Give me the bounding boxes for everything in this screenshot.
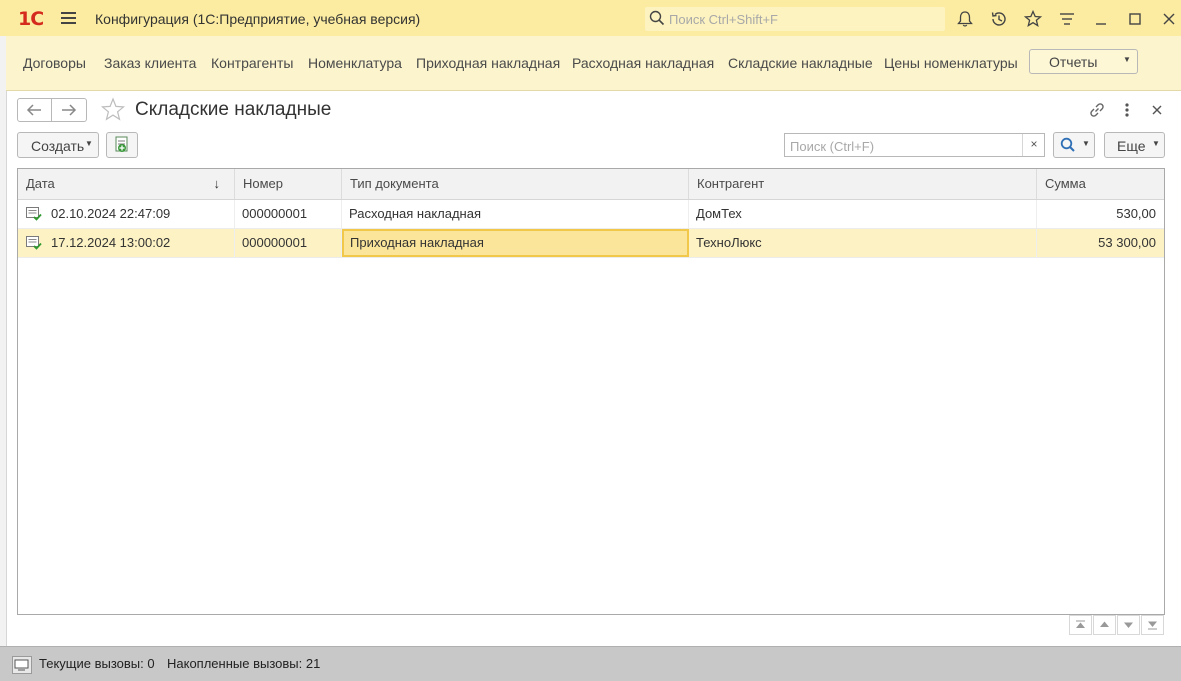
section-counterparties[interactable]: Контрагенты [211, 55, 293, 71]
global-search-input[interactable] [667, 9, 941, 29]
background-window-strip [0, 36, 7, 646]
list-search-input[interactable] [788, 136, 1022, 156]
bell-icon[interactable] [955, 9, 975, 29]
dropdown-arrow-icon: ▼ [1082, 139, 1090, 148]
reports-label: Отчеты [1049, 54, 1098, 70]
cell-date: 02.10.2024 22:47:09 [44, 200, 235, 228]
column-header-counterparty[interactable]: Контрагент [689, 169, 1037, 199]
document-copy-icon [115, 136, 128, 152]
documents-table[interactable]: Дата ↓ Номер Тип документа Контрагент Су… [17, 168, 1165, 615]
scroll-to-top-button[interactable] [1069, 615, 1092, 635]
search-options-button[interactable]: ▼ [1053, 132, 1095, 158]
dropdown-arrow-icon: ▼ [1123, 55, 1131, 64]
cell-date: 17.12.2024 13:00:02 [44, 229, 235, 257]
global-search[interactable] [645, 7, 945, 31]
settings-menu-icon[interactable] [1057, 9, 1077, 29]
list-search-field[interactable]: × [784, 133, 1045, 157]
accumulated-calls-text: Накопленные вызовы: 21 [167, 656, 321, 671]
section-outgoing-invoice[interactable]: Расходная накладная [572, 55, 714, 71]
scroll-top-icon [1076, 620, 1085, 628]
column-header-amount[interactable]: Сумма [1037, 169, 1164, 199]
cell-doc-type-current[interactable]: Приходная накладная [342, 229, 689, 257]
form-title: Складские накладные [135, 99, 332, 120]
minimize-icon[interactable] [1091, 9, 1111, 29]
table-row[interactable]: 02.10.2024 22:47:09 000000001 Расходная … [18, 200, 1164, 229]
status-bar: Текущие вызовы: 0 Накопленные вызовы: 21 [0, 646, 1181, 681]
back-button[interactable] [17, 98, 52, 122]
cell-counterparty: ТехноЛюкс [689, 229, 1037, 257]
sort-descending-icon: ↓ [213, 176, 221, 191]
close-window-icon[interactable] [1159, 9, 1179, 29]
title-bar: 1С Конфигурация (1С:Предприятие, учебная… [0, 0, 1181, 36]
cell-number: 000000001 [235, 229, 342, 257]
section-incoming-invoice[interactable]: Приходная накладная [416, 55, 560, 71]
search-icon [1060, 137, 1075, 152]
section-contracts[interactable]: Договоры [23, 55, 86, 71]
search-icon [649, 10, 665, 26]
scroll-down-icon [1124, 622, 1133, 628]
cell-counterparty: ДомТех [689, 200, 1037, 228]
cell-amount: 530,00 [1116, 206, 1156, 221]
scroll-to-bottom-button[interactable] [1141, 615, 1164, 635]
add-to-favorites-star-icon[interactable] [100, 97, 126, 123]
scroll-bottom-icon [1148, 621, 1157, 630]
scroll-up-icon [1100, 621, 1109, 627]
history-icon[interactable] [989, 9, 1009, 29]
section-nomenclature-prices[interactable]: Цены номенклатуры [884, 55, 1018, 71]
search-clear-button[interactable]: × [1022, 134, 1045, 156]
sections-panel: Договоры Заказ клиента Контрагенты Номен… [6, 36, 1181, 91]
table-header: Дата ↓ Номер Тип документа Контрагент Су… [18, 169, 1164, 200]
section-client-order[interactable]: Заказ клиента [104, 55, 196, 71]
cell-doc-type: Расходная накладная [342, 200, 689, 228]
main-menu-icon[interactable] [61, 12, 76, 24]
section-warehouse-invoices[interactable]: Складские накладные [728, 55, 873, 71]
column-header-doc-type[interactable]: Тип документа [342, 169, 689, 199]
more-label: Еще [1117, 138, 1146, 154]
column-header-date[interactable]: Дата ↓ [18, 169, 235, 199]
app-logo: 1С [18, 8, 44, 30]
create-label: Создать [31, 138, 85, 154]
cell-number: 000000001 [235, 200, 342, 228]
arrow-right-icon [62, 104, 77, 116]
link-icon[interactable] [1087, 100, 1107, 120]
copy-document-button[interactable] [106, 132, 138, 158]
column-header-number[interactable]: Номер [235, 169, 342, 199]
posted-document-icon [26, 236, 42, 250]
posted-document-icon [26, 207, 42, 221]
create-button[interactable]: Создать ▼ [17, 132, 99, 158]
favorites-star-icon[interactable] [1023, 9, 1043, 29]
arrow-left-icon [26, 104, 41, 116]
cell-amount: 53 300,00 [1098, 235, 1156, 250]
scroll-down-button[interactable] [1117, 615, 1140, 635]
more-actions-icon[interactable] [1117, 100, 1137, 120]
forward-button[interactable] [52, 98, 87, 122]
more-button[interactable]: Еще ▼ [1104, 132, 1165, 158]
dropdown-arrow-icon: ▼ [1152, 139, 1160, 148]
maximize-icon[interactable] [1125, 9, 1145, 29]
table-row-selected[interactable]: 17.12.2024 13:00:02 000000001 Приходная … [18, 229, 1164, 258]
server-calls-icon[interactable] [12, 656, 32, 674]
close-form-icon[interactable] [1147, 100, 1167, 120]
dropdown-arrow-icon: ▼ [85, 139, 93, 148]
scroll-up-button[interactable] [1093, 615, 1116, 635]
section-nomenclature[interactable]: Номенклатура [308, 55, 402, 71]
current-calls-text: Текущие вызовы: 0 [39, 656, 155, 671]
reports-button[interactable]: Отчеты ▼ [1029, 49, 1138, 74]
app-title: Конфигурация (1С:Предприятие, учебная ве… [95, 11, 421, 27]
